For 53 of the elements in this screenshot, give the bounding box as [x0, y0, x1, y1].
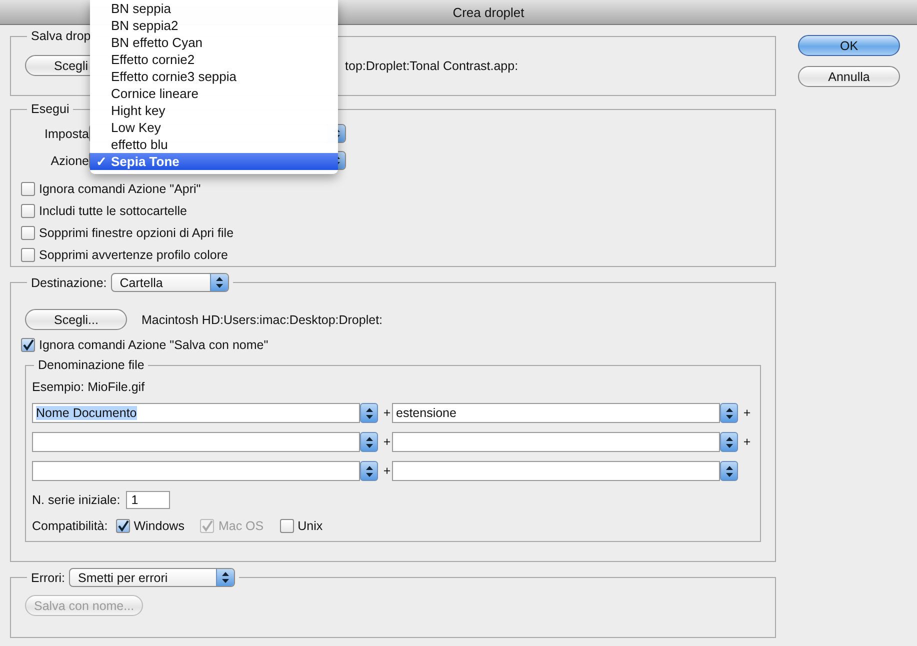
path-text: top:Droplet:Tonal Contrast.app: — [345, 58, 518, 72]
field-label: Azione — [50, 154, 89, 168]
plus-sign: + — [742, 406, 752, 420]
checkbox-label: Sopprimi avvertenze profilo colore — [39, 248, 228, 262]
input-field[interactable]: 1 — [126, 491, 170, 509]
checkbox[interactable] — [21, 248, 35, 262]
group-label: Destinazione: — [31, 276, 107, 290]
checkbox-label: Unix — [298, 519, 323, 533]
plus-sign: + — [382, 406, 392, 420]
checkbox[interactable] — [280, 519, 294, 533]
field-label: Compatibilità: — [32, 519, 108, 533]
ok-button[interactable]: OK — [798, 35, 900, 56]
combo-field[interactable] — [392, 461, 720, 481]
combo-field[interactable] — [32, 432, 360, 452]
example-text: Esempio: MioFile.gif — [32, 380, 146, 394]
combo-field[interactable]: Nome Documento — [32, 403, 360, 423]
plus-sign: + — [382, 464, 392, 478]
group-label: Denominazione file — [37, 358, 146, 372]
menu-item[interactable]: BN seppia — [90, 0, 338, 17]
field-label: N. serie iniziale: — [32, 493, 120, 507]
combo-field[interactable] — [32, 461, 360, 481]
group-label: Salva drop — [30, 29, 92, 43]
group-label: Esegui — [30, 102, 70, 116]
checkbox[interactable] — [116, 519, 130, 533]
combo-field[interactable] — [392, 432, 720, 452]
checkbox-label: Ignora comandi Azione "Apri" — [39, 182, 201, 196]
plus-sign: + — [742, 435, 752, 449]
checkbox[interactable] — [21, 226, 35, 240]
menu-item[interactable]: Low Key — [90, 119, 338, 136]
menu-item[interactable]: Hight key — [90, 102, 338, 119]
checkbox[interactable] — [21, 182, 35, 196]
window-title: Crea droplet — [452, 4, 524, 20]
menu-item[interactable]: effetto blu — [90, 136, 338, 153]
checkbox-label: Windows — [134, 519, 184, 533]
group-label: Errori: — [31, 570, 66, 584]
checkbox[interactable] — [21, 338, 35, 352]
checkbox-label: Includi tutte le sottocartelle — [39, 204, 187, 218]
plus-sign: + — [382, 435, 392, 449]
checkbox-label: Ignora comandi Azione "Salva con nome" — [39, 338, 268, 352]
checkbox[interactable] — [21, 204, 35, 218]
path-text: Macintosh HD:Users:imac:Desktop:Droplet: — [141, 312, 383, 326]
menu-item[interactable]: ✓ Sepia Tone — [90, 153, 338, 170]
checkbox-label: Mac OS — [218, 519, 264, 533]
dropdown[interactable]: Smetti per errori — [69, 568, 236, 587]
dropdown[interactable]: Cartella — [110, 273, 229, 292]
checkbox-label: Sopprimi finestre opzioni di Apri file — [39, 226, 234, 240]
cancel-button[interactable]: Annulla — [798, 66, 900, 87]
menu-item[interactable]: BN effetto Cyan — [90, 34, 338, 51]
choose-button[interactable]: Scegli... — [25, 309, 128, 330]
menu-item[interactable]: Cornice lineare — [90, 85, 338, 102]
menu-item[interactable]: BN seppia2 — [90, 17, 338, 34]
combo-field[interactable]: estensione — [392, 403, 720, 423]
field-label: Imposta — [44, 126, 89, 140]
